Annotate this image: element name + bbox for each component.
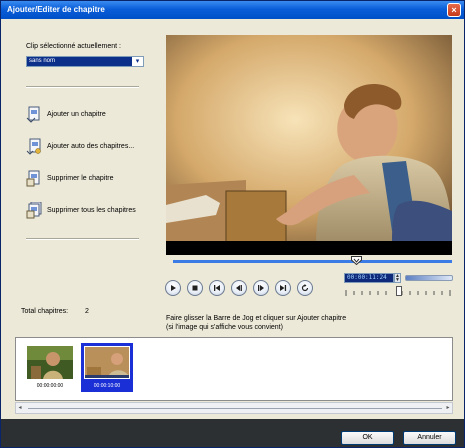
chapter-strip: 00:00:00:00 00:00:10:00 bbox=[15, 337, 453, 401]
video-preview bbox=[166, 35, 452, 255]
total-chapters-label: Total chapitres: bbox=[21, 308, 69, 315]
chapter-dialog: Ajouter/Editer de chapitre × Clip sélect… bbox=[0, 0, 465, 448]
chapter-timecode: 00:00:00:00 bbox=[36, 383, 64, 389]
step-forward-button[interactable] bbox=[253, 280, 269, 296]
scroll-track[interactable] bbox=[28, 408, 442, 409]
chapter-thumbnail-image bbox=[27, 346, 73, 379]
video-frame-image bbox=[166, 35, 452, 255]
add-chapter-icon bbox=[26, 106, 40, 123]
total-chapters-value: 2 bbox=[85, 308, 89, 315]
auto-add-chapters-icon bbox=[26, 138, 41, 155]
previous-chapter-button[interactable] bbox=[209, 280, 225, 296]
chapter-thumbnail[interactable]: 00:00:00:00 bbox=[24, 343, 76, 392]
repeat-button[interactable] bbox=[297, 280, 313, 296]
separator bbox=[26, 86, 139, 88]
window-title: Ajouter/Editer de chapitre bbox=[7, 5, 105, 14]
play-button[interactable] bbox=[165, 280, 181, 296]
chapter-thumbnail-selected[interactable]: 00:00:10:00 bbox=[81, 343, 133, 392]
close-icon: × bbox=[451, 5, 457, 15]
instruction-line-2: (si l'image qui s'affiche vous convient) bbox=[166, 324, 283, 331]
scroll-right-icon[interactable]: ▸ bbox=[444, 403, 452, 413]
instructions: Faire glisser la Barre de Jog et cliquer… bbox=[166, 314, 346, 332]
ok-button[interactable]: OK bbox=[341, 431, 394, 445]
stop-button[interactable] bbox=[187, 280, 203, 296]
chevron-down-icon[interactable]: ▾ bbox=[132, 57, 143, 66]
clip-select[interactable]: sans nom ▾ bbox=[26, 56, 144, 67]
instruction-line-1: Faire glisser la Barre de Jog et cliquer… bbox=[166, 315, 347, 322]
play-icon bbox=[171, 285, 176, 291]
horizontal-scrollbar[interactable]: ◂ ▸ bbox=[15, 402, 453, 414]
close-button[interactable]: × bbox=[447, 3, 461, 17]
skip-forward-icon bbox=[280, 285, 287, 291]
delete-all-chapters-label: Supprimer tous les chapitres bbox=[47, 207, 136, 214]
jog-bar[interactable] bbox=[173, 260, 452, 263]
clip-select-value: sans nom bbox=[29, 58, 56, 64]
skip-back-icon bbox=[214, 285, 220, 291]
delete-chapter-icon bbox=[26, 170, 40, 187]
repeat-icon bbox=[301, 284, 309, 292]
add-chapter-label: Ajouter un chapitre bbox=[47, 111, 106, 118]
step-forward-icon bbox=[258, 285, 264, 291]
footer-bar bbox=[1, 419, 464, 447]
stop-icon bbox=[192, 285, 198, 291]
next-chapter-button[interactable] bbox=[275, 280, 291, 296]
auto-add-chapters-label: Ajouter auto des chapitres... bbox=[47, 143, 135, 150]
timeline-marker[interactable] bbox=[396, 286, 402, 296]
step-back-icon bbox=[236, 285, 242, 291]
zoom-slider[interactable] bbox=[405, 275, 453, 281]
timecode-display[interactable]: 00:00:11:24 bbox=[344, 273, 394, 283]
delete-all-chapters-icon bbox=[26, 202, 42, 219]
chapter-thumbnail-image bbox=[84, 346, 130, 379]
separator bbox=[26, 238, 139, 240]
spin-down-icon[interactable]: ▼ bbox=[395, 278, 400, 283]
timecode-spinner[interactable]: ▲ ▼ bbox=[394, 273, 401, 283]
chapter-timecode: 00:00:10:00 bbox=[93, 383, 121, 389]
delete-chapter-label: Supprimer le chapitre bbox=[47, 175, 114, 182]
step-back-button[interactable] bbox=[231, 280, 247, 296]
cancel-button[interactable]: Annuler bbox=[403, 431, 456, 445]
title-bar[interactable]: Ajouter/Editer de chapitre × bbox=[1, 1, 464, 19]
jog-handle[interactable] bbox=[351, 256, 362, 265]
clip-label: Clip sélectionné actuellement : bbox=[26, 43, 121, 50]
scroll-left-icon[interactable]: ◂ bbox=[16, 403, 24, 413]
